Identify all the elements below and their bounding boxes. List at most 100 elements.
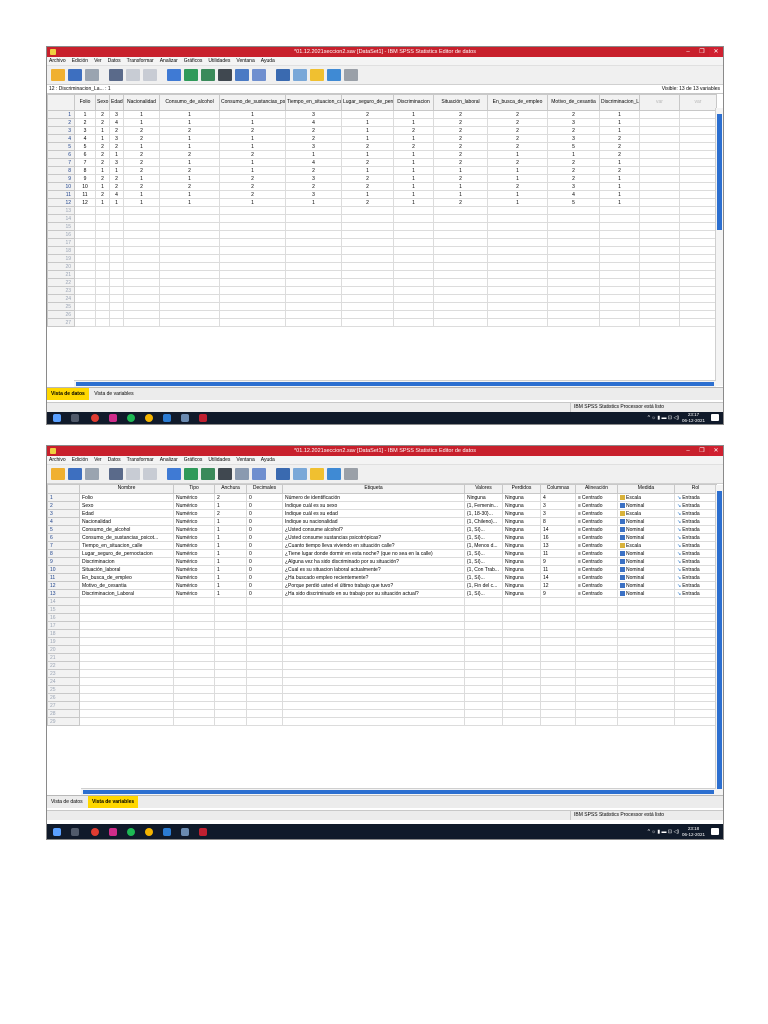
var-role-cell[interactable]: ↘Entrada xyxy=(674,517,717,526)
var-name-cell[interactable] xyxy=(79,629,174,638)
var-columns-cell[interactable]: 3 xyxy=(540,509,576,518)
var-label-cell[interactable]: ¿Tiene lugar donde dormir en esta noche?… xyxy=(282,549,465,558)
data-cell[interactable]: 5 xyxy=(74,142,96,151)
var-width-cell[interactable] xyxy=(214,677,247,686)
var-name-cell[interactable] xyxy=(79,717,174,726)
var-missing-cell[interactable]: Ninguna xyxy=(502,589,541,598)
data-cell[interactable] xyxy=(599,270,640,279)
var-values-cell[interactable] xyxy=(464,597,503,606)
data-cell[interactable] xyxy=(159,246,220,255)
var-decimals-cell[interactable] xyxy=(246,677,283,686)
data-cell[interactable]: 1 xyxy=(219,158,286,167)
var-width-cell[interactable] xyxy=(214,669,247,678)
data-cell[interactable] xyxy=(679,286,717,295)
var-missing-cell[interactable] xyxy=(502,605,541,614)
data-cell[interactable] xyxy=(159,222,220,231)
column-header[interactable]: En_busca_de_empleo xyxy=(487,94,548,111)
data-cell[interactable] xyxy=(95,214,110,223)
column-header[interactable]: Folio xyxy=(74,94,96,111)
var-decimals-cell[interactable]: 0 xyxy=(246,565,283,574)
row-number[interactable]: 8 xyxy=(47,166,75,175)
data-cell[interactable]: 2 xyxy=(599,150,640,159)
data-cell[interactable] xyxy=(433,286,488,295)
data-cell[interactable]: 1 xyxy=(393,158,434,167)
var-type-cell[interactable]: Numérico xyxy=(173,549,215,558)
column-header-decimales[interactable]: Decimales xyxy=(246,484,283,494)
data-cell[interactable] xyxy=(639,278,680,287)
var-measure-cell[interactable]: Nominal xyxy=(617,533,675,542)
var-columns-cell[interactable] xyxy=(540,701,576,710)
var-type-cell[interactable]: Numérico xyxy=(173,581,215,590)
row-number[interactable]: 27 xyxy=(47,318,75,327)
data-cell[interactable] xyxy=(487,246,548,255)
data-cell[interactable]: 2 xyxy=(433,174,488,183)
column-header-etiqueta[interactable]: Etiqueta xyxy=(282,484,465,494)
corner-cell[interactable] xyxy=(47,94,75,111)
var-measure-cell[interactable] xyxy=(617,645,675,654)
var-decimals-cell[interactable] xyxy=(246,669,283,678)
var-decimals-cell[interactable] xyxy=(246,661,283,670)
data-cell[interactable]: 1 xyxy=(393,166,434,175)
var-role-cell[interactable] xyxy=(674,629,717,638)
data-cell[interactable]: 3 xyxy=(74,126,96,135)
var-decimals-cell[interactable] xyxy=(246,645,283,654)
data-cell[interactable] xyxy=(219,302,286,311)
data-cell[interactable]: 1 xyxy=(341,118,394,127)
data-cell[interactable]: 5 xyxy=(547,198,600,207)
data-cell[interactable] xyxy=(487,206,548,215)
data-cell[interactable] xyxy=(639,166,680,175)
var-decimals-cell[interactable]: 0 xyxy=(246,541,283,550)
var-label-cell[interactable]: ¿Porque perdió usted el último trabajo q… xyxy=(282,581,465,590)
var-missing-cell[interactable]: Ninguna xyxy=(502,581,541,590)
var-decimals-cell[interactable] xyxy=(246,637,283,646)
var-align-cell[interactable] xyxy=(575,597,618,606)
row-number[interactable]: 18 xyxy=(47,246,75,255)
data-cell[interactable] xyxy=(341,230,394,239)
data-cell[interactable] xyxy=(433,270,488,279)
var-name-cell[interactable]: Lugar_seguro_de_pernoctacion xyxy=(79,549,174,558)
data-cell[interactable] xyxy=(109,230,124,239)
vertical-scroll-thumb[interactable] xyxy=(717,491,722,789)
start-icon[interactable] xyxy=(53,414,61,422)
data-cell[interactable] xyxy=(285,270,342,279)
column-header[interactable]: Discriminacion xyxy=(393,94,434,111)
data-cell[interactable] xyxy=(159,262,220,271)
data-cell[interactable] xyxy=(639,294,680,303)
var-name-cell[interactable] xyxy=(79,613,174,622)
data-cell[interactable] xyxy=(74,302,96,311)
column-header-tipo[interactable]: Tipo xyxy=(173,484,215,494)
insert-cases-icon[interactable] xyxy=(235,468,249,480)
var-columns-cell[interactable] xyxy=(540,717,576,726)
var-role-cell[interactable] xyxy=(674,701,717,710)
dialog-recall-icon[interactable] xyxy=(109,468,123,480)
data-cell[interactable]: 1 xyxy=(487,174,548,183)
data-cell[interactable]: 1 xyxy=(159,110,220,119)
data-cell[interactable] xyxy=(393,230,434,239)
data-cell[interactable] xyxy=(433,230,488,239)
var-name-cell[interactable] xyxy=(79,685,174,694)
data-cell[interactable] xyxy=(393,214,434,223)
var-width-cell[interactable]: 1 xyxy=(214,525,247,534)
row-number[interactable]: 17 xyxy=(47,621,80,630)
var-columns-cell[interactable]: 13 xyxy=(540,541,576,550)
data-cell[interactable] xyxy=(159,270,220,279)
data-cell[interactable] xyxy=(95,278,110,287)
data-cell[interactable] xyxy=(487,214,548,223)
var-label-cell[interactable] xyxy=(282,597,465,606)
var-role-cell[interactable]: ↘Entrada xyxy=(674,525,717,534)
var-values-cell[interactable] xyxy=(464,605,503,614)
data-cell[interactable] xyxy=(219,230,286,239)
var-decimals-cell[interactable] xyxy=(246,629,283,638)
data-grid[interactable]: Folio Sexo Edad Nacionalidad Consumo_de_… xyxy=(47,94,717,327)
row-number[interactable]: 3 xyxy=(47,126,75,135)
variables-icon[interactable] xyxy=(201,69,215,81)
data-cell[interactable] xyxy=(679,126,717,135)
var-decimals-cell[interactable] xyxy=(246,613,283,622)
data-cell[interactable] xyxy=(679,190,717,199)
data-cell[interactable] xyxy=(393,238,434,247)
data-cell[interactable] xyxy=(285,302,342,311)
data-cell[interactable] xyxy=(159,206,220,215)
var-columns-cell[interactable] xyxy=(540,677,576,686)
data-cell[interactable]: 2 xyxy=(123,182,160,191)
var-values-cell[interactable]: {1, Sí}... xyxy=(464,557,503,566)
